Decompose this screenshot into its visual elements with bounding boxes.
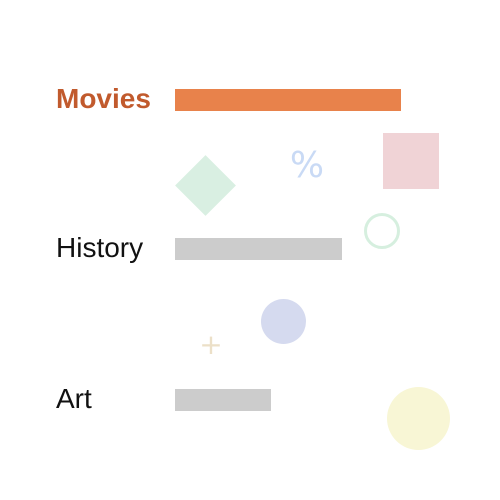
category-label-history[interactable]: History xyxy=(56,228,143,268)
plus-icon: + xyxy=(199,328,223,361)
green-diamond-shape xyxy=(175,155,236,216)
category-label-movies[interactable]: Movies xyxy=(56,79,151,119)
category-row-movies[interactable]: Movies xyxy=(0,79,500,119)
category-row-history[interactable]: History xyxy=(0,228,500,268)
percent-icon: % xyxy=(289,145,325,186)
pink-square-shape xyxy=(383,133,439,189)
category-bar-movies[interactable] xyxy=(175,89,401,111)
category-bar-art[interactable] xyxy=(175,389,271,411)
category-bar-history[interactable] xyxy=(175,238,342,260)
blue-circle-shape xyxy=(261,299,306,344)
category-label-art[interactable]: Art xyxy=(56,379,92,419)
category-row-art[interactable]: Art xyxy=(0,379,500,419)
category-selection-screen: % + Movies History Art xyxy=(0,0,500,500)
